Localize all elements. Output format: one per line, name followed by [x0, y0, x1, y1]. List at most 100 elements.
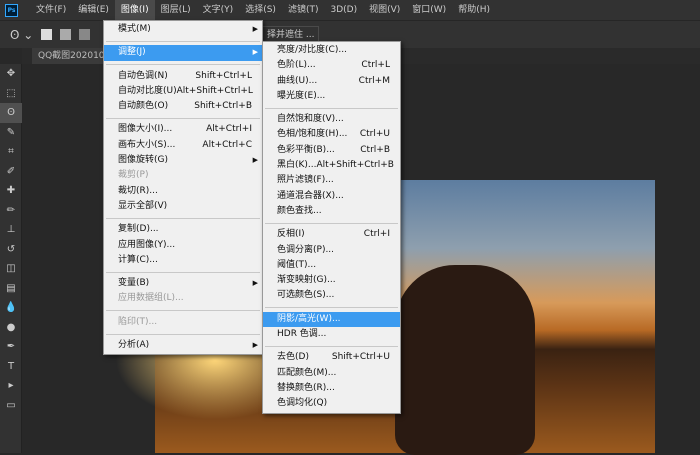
menu-item-label: 色彩平衡(B)... — [277, 144, 335, 155]
crop-tool-icon[interactable]: ⌗ — [0, 142, 22, 162]
lasso-tool-icon[interactable]: ʘ — [0, 103, 22, 123]
menu-item[interactable]: 自然饱和度(V)... — [263, 112, 400, 127]
menu-4[interactable]: 文字(Y) — [197, 0, 240, 20]
menu-item-label: 照片滤镜(F)... — [277, 175, 334, 186]
menu-7[interactable]: 3D(D) — [324, 0, 363, 20]
menu-9[interactable]: 窗口(W) — [406, 0, 452, 20]
menu-item-label: 颜色查找... — [277, 205, 322, 216]
adjustments-submenu: 亮度/对比度(C)... 色阶(L)... Ctrl+L 曲线(U)... Ctrl+M… — [262, 41, 401, 414]
select-and-mask-button[interactable]: 择并遮住 ... — [262, 26, 320, 42]
menu-item[interactable]: 色相/饱和度(H)... Ctrl+U — [263, 127, 400, 142]
menu-item[interactable]: 陷印(T)... — [104, 315, 262, 330]
menu-item-label: 图像旋转(G) — [118, 155, 168, 166]
menu-item[interactable]: 自动颜色(O) Shift+Ctrl+B — [104, 99, 262, 114]
menu-item[interactable]: 画布大小(S)... Alt+Ctrl+C — [104, 138, 262, 153]
gradient-tool-icon[interactable]: ▤ — [0, 279, 22, 299]
brush-tool-icon[interactable]: ✏ — [0, 201, 22, 221]
menu-item-label: 亮度/对比度(C)... — [277, 45, 347, 55]
menu-item-label: 图像大小(I)... — [118, 124, 173, 135]
menu-item[interactable]: 计算(C)... — [104, 253, 262, 268]
menu-item[interactable]: 颜色查找... — [263, 204, 400, 219]
menu-3[interactable]: 图层(L) — [155, 0, 197, 20]
menu-item-label: 自动色调(N) — [118, 70, 168, 81]
menu-item[interactable]: 黑白(K)... Alt+Shift+Ctrl+B — [263, 158, 400, 173]
menu-item[interactable]: 图像大小(I)... Alt+Ctrl+I — [104, 122, 262, 137]
menu-separator — [106, 64, 260, 66]
menu-item[interactable]: 复制(D)... — [104, 222, 262, 237]
menu-item[interactable]: 色调分离(P)... — [263, 243, 400, 258]
menu-item[interactable]: 曲线(U)... Ctrl+M — [263, 74, 400, 89]
subtract-selection-icon[interactable] — [79, 29, 91, 40]
move-tool-icon[interactable]: ✥ — [0, 64, 22, 84]
shortcut-label: Alt+Shift+Ctrl+B — [316, 160, 394, 171]
submenu-arrow-icon: ▶ — [252, 156, 258, 165]
shortcut-label: Ctrl+L — [361, 60, 390, 71]
menu-item-label: 显示全部(V) — [118, 200, 168, 211]
eraser-tool-icon[interactable]: ◫ — [0, 259, 22, 279]
menu-2[interactable]: 图像(I) — [114, 0, 155, 20]
menu-item[interactable]: 阈值(T)... — [263, 258, 400, 273]
menu-item[interactable]: 显示全部(V) — [104, 199, 262, 214]
menu-item[interactable]: 变量(B) ▶ — [104, 276, 262, 291]
quick-select-tool-icon[interactable]: ✎ — [0, 123, 22, 143]
menu-item[interactable]: 反相(I) Ctrl+I — [263, 227, 400, 242]
menu-separator — [106, 117, 260, 119]
menu-item-label: 色调均化(Q) — [277, 398, 328, 409]
eyedropper-tool-icon[interactable]: ✐ — [0, 162, 22, 182]
menu-5[interactable]: 选择(S) — [239, 0, 282, 20]
path-select-tool-icon[interactable]: ▸ — [0, 376, 22, 396]
dodge-tool-icon[interactable]: ● — [0, 318, 22, 338]
shape-tool-icon[interactable]: ▭ — [0, 396, 22, 416]
menu-item[interactable]: 匹配颜色(M)... — [263, 366, 400, 381]
menu-item[interactable]: 色调均化(Q) — [263, 396, 400, 411]
menu-separator — [265, 345, 398, 347]
menu-item[interactable]: 曝光度(E)... — [263, 89, 400, 104]
menu-10[interactable]: 帮助(H) — [452, 0, 496, 20]
menu-1[interactable]: 编辑(E) — [72, 0, 115, 20]
menu-item[interactable]: 渐变映射(G)... — [263, 273, 400, 288]
menu-item[interactable]: 调整(J) ▶ — [104, 45, 262, 61]
add-selection-icon[interactable] — [60, 29, 72, 40]
menu-item[interactable]: 照片滤镜(F)... — [263, 173, 400, 188]
pen-tool-icon[interactable]: ✒ — [0, 337, 22, 357]
menu-item[interactable]: 亮度/对比度(C)... — [263, 43, 400, 58]
stamp-tool-icon[interactable]: ⊥ — [0, 220, 22, 240]
menu-item[interactable]: 图像旋转(G) ▶ — [104, 153, 262, 168]
history-brush-tool-icon[interactable]: ↺ — [0, 240, 22, 260]
menu-separator — [106, 333, 260, 335]
new-selection-icon[interactable] — [41, 29, 53, 40]
menu-item[interactable]: 自动色调(N) Shift+Ctrl+L — [104, 69, 262, 84]
menu-item[interactable]: 阴影/高光(W)... — [263, 311, 400, 328]
menu-item[interactable]: 裁剪(P) — [104, 168, 262, 183]
menu-item[interactable]: 分析(A) ▶ — [104, 338, 262, 353]
menu-item[interactable]: 模式(M) ▶ — [104, 22, 262, 37]
menu-item[interactable]: 去色(D) Shift+Ctrl+U — [263, 350, 400, 365]
lasso-icon[interactable]: ʘ ⌄ — [10, 28, 33, 42]
shortcut-label: Alt+Ctrl+I — [206, 124, 252, 135]
menu-item-label: 陷印(T)... — [118, 316, 158, 327]
menu-item[interactable]: 自动对比度(U) Alt+Shift+Ctrl+L — [104, 84, 262, 99]
menu-item[interactable]: HDR 色调... — [263, 327, 400, 342]
healing-tool-icon[interactable]: ✚ — [0, 181, 22, 201]
menu-item[interactable]: 应用数据组(L)... — [104, 291, 262, 306]
menu-0[interactable]: 文件(F) — [30, 0, 72, 20]
blur-tool-icon[interactable]: 💧 — [0, 298, 22, 318]
menu-item-label: 可选颜色(S)... — [277, 290, 335, 301]
menu-item[interactable]: 可选颜色(S)... — [263, 288, 400, 303]
menu-item[interactable]: 通道混合器(X)... — [263, 189, 400, 204]
menu-item[interactable]: 裁切(R)... — [104, 184, 262, 199]
menu-item[interactable]: 色阶(L)... Ctrl+L — [263, 58, 400, 73]
menu-item[interactable]: 替换颜色(R)... — [263, 381, 400, 396]
menu-item-label: 自动颜色(O) — [118, 101, 169, 112]
menu-8[interactable]: 视图(V) — [363, 0, 406, 20]
menu-separator — [265, 222, 398, 224]
menu-item-label: 色调分离(P)... — [277, 244, 335, 255]
menu-item[interactable]: 色彩平衡(B)... Ctrl+B — [263, 143, 400, 158]
menu-item-label: 分析(A) — [118, 340, 150, 351]
menu-item-label: 替换颜色(R)... — [277, 382, 335, 393]
menu-6[interactable]: 滤镜(T) — [282, 0, 325, 20]
text-tool-icon[interactable]: T — [0, 357, 22, 377]
marquee-tool-icon[interactable]: ⬚ — [0, 84, 22, 104]
tools-panel: ✥ ⬚ ʘ ✎ ⌗ ✐ ✚ ✏ ⊥ ↺ ◫ ▤ 💧 ● ✒ T ▸ ▭ — [0, 64, 22, 453]
menu-item[interactable]: 应用图像(Y)... — [104, 238, 262, 253]
